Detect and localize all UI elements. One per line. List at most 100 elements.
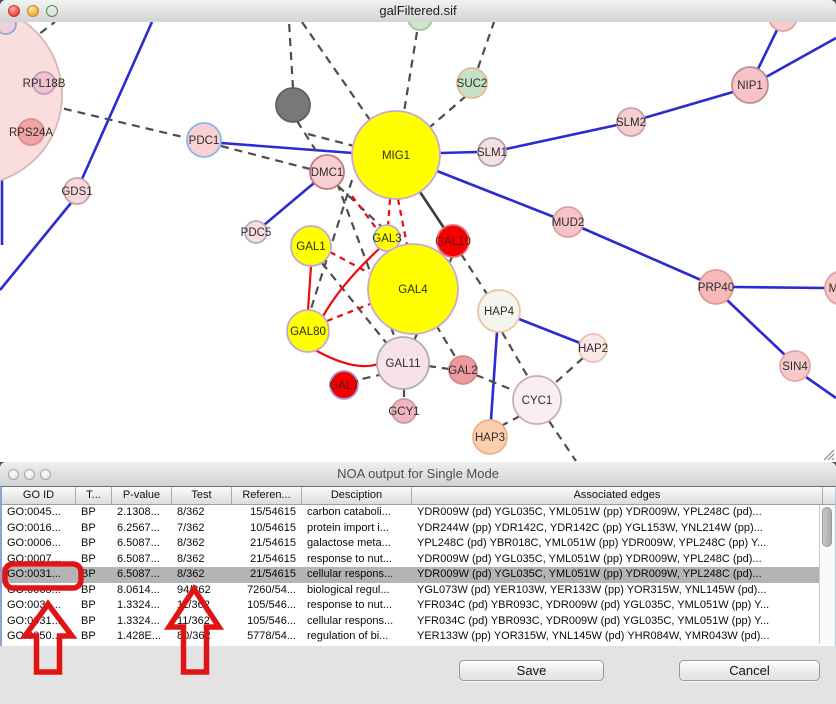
network-edge [302, 22, 370, 120]
node-label-GAL7: GAL7 [329, 380, 358, 392]
table-row[interactable]: GO:0031...BP6.5087...8/36221/54615cellul… [2, 567, 835, 583]
table-row[interactable]: GO:0016...BP6.2567...7/36210/54615protei… [2, 521, 835, 537]
cell: YDR244W (pp) YDR142C, YDR142C (pp) YGL15… [412, 521, 823, 537]
save-button[interactable]: Save [459, 660, 604, 681]
network-edge [289, 22, 293, 88]
window-title: NOA output for Single Mode [0, 462, 836, 486]
cell: 6.5087... [112, 567, 172, 583]
cell: GO:0031... [2, 614, 76, 630]
cell: GO:0031... [2, 598, 76, 614]
table-row[interactable]: GO:0045...BP2.1308...8/36215/54615carbon… [2, 505, 835, 521]
column-header-test[interactable]: Test [172, 487, 232, 504]
cell: YDR009W (pd) YGL035C, YML051W (pp) YDR00… [412, 552, 823, 568]
cell: 8/362 [172, 552, 232, 568]
cell: BP [76, 505, 112, 521]
cell: YGL073W (pd) YER103W, YER133W (pp) YOR31… [412, 583, 823, 599]
network-edge [436, 325, 456, 358]
noa-output-window: NOA output for Single Mode GO IDT...P-va… [0, 462, 836, 704]
cell: GO:0016... [2, 521, 76, 537]
cell: GO:0006... [2, 536, 76, 552]
cell: 8/362 [172, 567, 232, 583]
network-edge [733, 287, 826, 288]
cell: 21/54615 [232, 552, 302, 568]
column-header-referen-[interactable]: Referen... [232, 487, 302, 504]
noa-window-titlebar[interactable]: NOA output for Single Mode [0, 462, 836, 487]
cell: YFR034C (pd) YBR093C, YDR009W (pd) YGL03… [412, 598, 823, 614]
cell: BP [76, 598, 112, 614]
node-label-SLM2: SLM2 [616, 117, 646, 129]
table-header-row: GO IDT...P-valueTestReferen...Desciption… [2, 487, 835, 505]
table-row[interactable]: GO:0007...BP6.5087...8/36221/54615respon… [2, 552, 835, 568]
network-edge [554, 358, 583, 384]
network-edge [440, 152, 478, 153]
cell: 8/362 [172, 505, 232, 521]
cell: 6.5087... [112, 552, 172, 568]
column-header-associated-edges[interactable]: Associated edges [412, 487, 823, 504]
network-edge [315, 350, 378, 366]
network-edge [0, 203, 71, 290]
network-edge [502, 332, 528, 377]
cell: 80/362 [172, 629, 232, 645]
cell: GO:0031... [2, 567, 76, 583]
network-edge [264, 183, 314, 225]
node-big-pink[interactable] [0, 22, 62, 185]
network-canvas[interactable]: RPL18BRPS24AGDS1PDC1SUC2NIP1SLM2SLM1MIG1… [0, 22, 836, 462]
network-edge [506, 125, 617, 149]
table-row[interactable]: GO:0031...BP1.3324...11/362105/546...res… [2, 598, 835, 614]
node-label-DMC1: DMC1 [311, 167, 344, 179]
cell: 94/362 [172, 583, 232, 599]
scrollbar-thumb[interactable] [822, 507, 832, 547]
table-row[interactable]: GO:0050...BP1.428E...80/3625778/54...reg… [2, 629, 835, 645]
cell: GO:0045... [2, 505, 76, 521]
cell: BP [76, 552, 112, 568]
cell: cellular respons... [302, 567, 412, 583]
node-label-GAL3: GAL3 [372, 233, 401, 245]
cell: BP [76, 567, 112, 583]
cell: BP [76, 614, 112, 630]
cell: 15/54615 [232, 505, 302, 521]
node-top-green[interactable] [408, 22, 432, 30]
cell: YFR034C (pd) YBR093C, YDR009W (pd) YGL03… [412, 614, 823, 630]
table-row[interactable]: GO:0006...BP6.5087...8/36221/54615galact… [2, 536, 835, 552]
cancel-button[interactable]: Cancel [679, 660, 820, 681]
network-edge [549, 421, 576, 461]
column-header-desciption[interactable]: Desciption [302, 487, 412, 504]
column-header-t-[interactable]: T... [76, 487, 112, 504]
node-label-MSI1: MSI1 [829, 283, 836, 295]
node-gray-node[interactable] [276, 88, 310, 122]
cell: 11/362 [172, 598, 232, 614]
window-title: galFiltered.sif [0, 0, 836, 22]
node-label-GAL80: GAL80 [290, 326, 326, 338]
vertical-scrollbar[interactable] [819, 505, 835, 644]
cell: BP [76, 629, 112, 645]
network-window-titlebar[interactable]: galFiltered.sif [0, 0, 836, 23]
network-edge [388, 199, 390, 226]
network-edge [420, 192, 444, 228]
column-header-p-value[interactable]: P-value [112, 487, 172, 504]
cell: BP [76, 536, 112, 552]
cell: GO:0007... [2, 552, 76, 568]
cell: 21/54615 [232, 567, 302, 583]
network-edge [476, 375, 515, 391]
cell: regulation of bi... [302, 629, 412, 645]
column-header-go-id[interactable]: GO ID [2, 487, 76, 504]
table-row[interactable]: GO:0065...BP8.0614...94/3627260/54...bio… [2, 583, 835, 599]
network-edge [327, 304, 370, 321]
cell: YER133W (pp) YOR315W, YNL145W (pd) YHR08… [412, 629, 823, 645]
network-edge [82, 22, 152, 179]
cell: YDR009W (pd) YGL035C, YML051W (pp) YDR00… [412, 505, 823, 521]
network-edge [308, 134, 354, 146]
cell: 8/362 [172, 536, 232, 552]
table-row[interactable]: GO:0031...BP1.3324...11/362105/546...cel… [2, 614, 835, 630]
node-top-right-pink[interactable] [769, 22, 797, 31]
network-edge [404, 32, 417, 112]
cell: 105/546... [232, 598, 302, 614]
node-label-MIG1: MIG1 [382, 150, 410, 162]
network-edge [308, 266, 311, 310]
cell: carbon cataboli... [302, 505, 412, 521]
cell: protein import i... [302, 521, 412, 537]
network-window: galFiltered.sif RPL18BRPS24AGDS1PDC1SUC2… [0, 0, 836, 462]
cell: 11/362 [172, 614, 232, 630]
cell: 7/362 [172, 521, 232, 537]
network-edge [428, 366, 449, 369]
